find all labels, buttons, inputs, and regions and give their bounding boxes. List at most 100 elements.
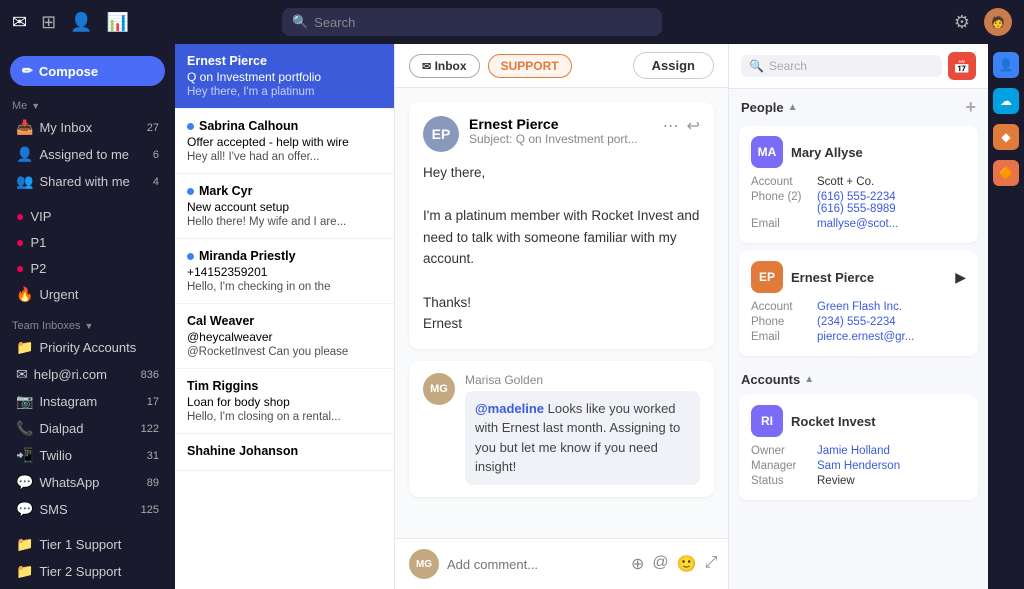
mention-icon[interactable]: @ (652, 554, 668, 574)
compose-button[interactable]: ✏ Compose (10, 56, 165, 86)
account-avatar-rocket: RI (751, 405, 783, 437)
comment-input[interactable] (447, 557, 623, 572)
reply-avatar: MG (423, 373, 455, 405)
nav-right: ⚙ 🧑 (954, 8, 1012, 36)
sidebar-item-sms[interactable]: 💬 SMS 125 (4, 497, 171, 522)
add-person-button[interactable]: + (965, 97, 976, 118)
more-icon[interactable]: ⋯ (663, 116, 679, 136)
folder-icon: 📁 (16, 339, 33, 356)
conv-item-6[interactable]: Shahine Johanson (175, 434, 394, 471)
message-card-main: EP Ernest Pierce Subject: Q on Investmen… (409, 102, 714, 349)
accounts-section-header: Accounts ▲ (729, 364, 988, 391)
crm-icon-2[interactable]: ☁ (993, 88, 1019, 114)
sidebar-item-p2[interactable]: ● P2 (4, 256, 171, 280)
conversation-header: ✉ Inbox SUPPORT Assign (395, 44, 728, 88)
contact-avatar-mary: MA (751, 136, 783, 168)
comment-actions: ⊕ @ 🙂 ⤢ (631, 554, 717, 574)
sidebar-item-p1[interactable]: ● P1 (4, 230, 171, 254)
tab-inbox[interactable]: ✉ Inbox (409, 54, 480, 78)
sidebar-item-tier2[interactable]: 📁 Tier 2 Support (4, 559, 171, 584)
instagram-icon: 📷 (16, 393, 33, 410)
phone-icon: 📞 (16, 420, 33, 437)
sidebar-item-twilio[interactable]: 📲 Twilio 31 (4, 443, 171, 468)
me-section-label: Me ▼ (0, 96, 175, 114)
sidebar-item-priority-accounts[interactable]: 📁 Priority Accounts (4, 335, 171, 360)
sidebar-item-dialpad[interactable]: 📞 Dialpad 122 (4, 416, 171, 441)
shared-icon: 👥 (16, 173, 33, 190)
chart-icon[interactable]: 📊 (107, 12, 129, 33)
people-section-header: People ▲ + (729, 89, 988, 122)
p2-icon: ● (16, 260, 24, 276)
message-header: EP Ernest Pierce Subject: Q on Investmen… (423, 116, 700, 152)
sender-info: Ernest Pierce Subject: Q on Investment p… (469, 116, 638, 146)
mail-icon[interactable]: ✉ (12, 12, 27, 33)
layout-icon[interactable]: ⊞ (41, 12, 56, 33)
unread-dot (187, 123, 194, 130)
conv-item-2[interactable]: Mark Cyr New account setup Hello there! … (175, 174, 394, 239)
sms-icon: 💬 (16, 501, 33, 518)
accounts-toggle[interactable]: ▲ (804, 374, 814, 385)
tier1-icon: 📁 (16, 536, 33, 553)
inbox-icon: 📥 (16, 119, 33, 136)
add-icon[interactable]: ⊕ (631, 554, 644, 574)
whatsapp-icon: 💬 (16, 474, 33, 491)
crm-icon-3[interactable]: ◆ (993, 124, 1019, 150)
calendar-icon-btn[interactable]: 📅 (948, 52, 976, 80)
p1-icon: ● (16, 234, 24, 250)
contact-account-row: Account Scott + Co. (751, 176, 966, 188)
crm-icon-hubspot[interactable]: 🔶 (993, 160, 1019, 186)
conv-item-4[interactable]: Cal Weaver @heycalweaver @RocketInvest C… (175, 304, 394, 369)
reply-icon[interactable]: ↩ (687, 116, 700, 136)
right-panel: 🔍 Search 📅 People ▲ + MA Mary Allyse Acc… (728, 44, 988, 589)
search-icon: 🔍 (292, 14, 308, 30)
calendar-icon: 📅 (953, 58, 970, 75)
sidebar-item-my-inbox[interactable]: 📥 My Inbox 27 (4, 115, 171, 140)
contact-name-mary: Mary Allyse (791, 145, 863, 160)
assign-button[interactable]: Assign (633, 52, 714, 79)
arrow-right-icon[interactable]: ▶ (955, 269, 966, 286)
account-status-row: Status Review (751, 475, 966, 487)
tab-support[interactable]: SUPPORT (488, 54, 572, 78)
conversation-messages: EP Ernest Pierce Subject: Q on Investmen… (395, 88, 728, 538)
sidebar-item-tier1[interactable]: 📁 Tier 1 Support (4, 532, 171, 557)
account-card-rocket: RI Rocket Invest Owner Jamie Holland Man… (739, 395, 978, 500)
main-layout: ✏ Compose Me ▼ 📥 My Inbox 27 👤 Assigned … (0, 44, 1024, 589)
user-avatar[interactable]: 🧑 (984, 8, 1012, 36)
sender-avatar: EP (423, 116, 459, 152)
reply-card: MG Marisa Golden @madeline Looks like yo… (409, 361, 714, 497)
conv-item-1[interactable]: Sabrina Calhoun Offer accepted - help wi… (175, 109, 394, 174)
sidebar-item-assigned-to-me[interactable]: 👤 Assigned to me 6 (4, 142, 171, 167)
message-actions[interactable]: ⋯ ↩ (663, 116, 700, 136)
reply-text: @madeline Looks like you worked with Ern… (465, 391, 700, 485)
contacts-icon[interactable]: 👤 (70, 12, 92, 33)
right-panel-header: 🔍 Search 📅 (729, 44, 988, 89)
message-body: Hey there, I'm a platinum member with Ro… (423, 162, 700, 335)
contact-phone-row: Phone (2) (616) 555-2234 (616) 555-8989 (751, 191, 966, 215)
expand-icon[interactable]: ⤢ (705, 554, 718, 574)
conv-item-0[interactable]: Ernest Pierce Q on Investment portfolio … (175, 44, 394, 109)
crm-icon-1[interactable]: 👤 (993, 52, 1019, 78)
contact-avatar-ernest: EP (751, 261, 783, 293)
reply-content: Marisa Golden @madeline Looks like you w… (465, 373, 700, 485)
right-search[interactable]: 🔍 Search (741, 55, 942, 77)
sidebar-item-help-ri[interactable]: ✉ help@ri.com 836 (4, 362, 171, 387)
sidebar-item-instagram[interactable]: 📷 Instagram 17 (4, 389, 171, 414)
comment-avatar: MG (409, 549, 439, 579)
sidebar-item-vip[interactable]: ● VIP (4, 204, 171, 228)
global-search[interactable]: 🔍 Search (282, 8, 662, 36)
contact-email-row-2: Email pierce.ernest@gr... (751, 331, 966, 343)
account-manager-row: Manager Sam Henderson (751, 460, 966, 472)
contact-card-mary: MA Mary Allyse Account Scott + Co. Phone… (739, 126, 978, 243)
assign-icon: 👤 (16, 146, 33, 163)
emoji-icon[interactable]: 🙂 (677, 554, 697, 574)
conv-item-3[interactable]: Miranda Priestly +14152359201 Hello, I'm… (175, 239, 394, 304)
sidebar-item-urgent[interactable]: 🔥 Urgent (4, 282, 171, 307)
conv-item-5[interactable]: Tim Riggins Loan for body shop Hello, I'… (175, 369, 394, 434)
settings-icon[interactable]: ⚙ (954, 12, 970, 33)
contact-card-ernest: EP Ernest Pierce ▶ Account Green Flash I… (739, 251, 978, 356)
people-toggle[interactable]: ▲ (788, 102, 798, 113)
sidebar-item-whatsapp[interactable]: 💬 WhatsApp 89 (4, 470, 171, 495)
sidebar-item-shared-with-me[interactable]: 👥 Shared with me 4 (4, 169, 171, 194)
contact-account-row-2: Account Green Flash Inc. (751, 301, 966, 313)
twilio-icon: 📲 (16, 447, 33, 464)
